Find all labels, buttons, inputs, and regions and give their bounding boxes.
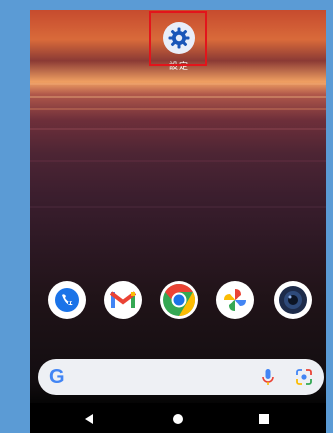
camera-app-icon[interactable] <box>274 281 312 319</box>
navigation-bar <box>30 403 326 433</box>
gmail-app-icon[interactable] <box>104 281 142 319</box>
recents-square-icon <box>259 414 269 424</box>
wallpaper-streak <box>30 83 326 85</box>
app-dock <box>30 281 326 325</box>
home-circle-icon <box>173 414 183 424</box>
chrome-app-icon[interactable] <box>160 281 198 319</box>
wallpaper-streak <box>30 128 326 130</box>
back-button[interactable] <box>81 411 97 427</box>
wallpaper-streak <box>30 206 326 208</box>
selection-highlight <box>149 11 207 66</box>
home-button[interactable] <box>170 411 186 427</box>
background-strip-right <box>326 0 333 433</box>
microphone-icon[interactable] <box>258 367 278 387</box>
lens-icon[interactable] <box>294 367 314 387</box>
recents-button[interactable] <box>256 411 272 427</box>
wallpaper-streak <box>30 108 326 110</box>
google-search-bar[interactable]: G <box>38 359 324 395</box>
google-g-icon[interactable]: G <box>49 366 65 389</box>
home-screen: 設定 G <box>30 10 326 433</box>
phone-app-icon[interactable] <box>48 281 86 319</box>
background-strip-left <box>0 0 30 433</box>
wallpaper-streak <box>30 96 326 98</box>
back-triangle-icon <box>85 414 93 424</box>
wallpaper-streak <box>30 160 326 162</box>
photos-app-icon[interactable] <box>216 281 254 319</box>
